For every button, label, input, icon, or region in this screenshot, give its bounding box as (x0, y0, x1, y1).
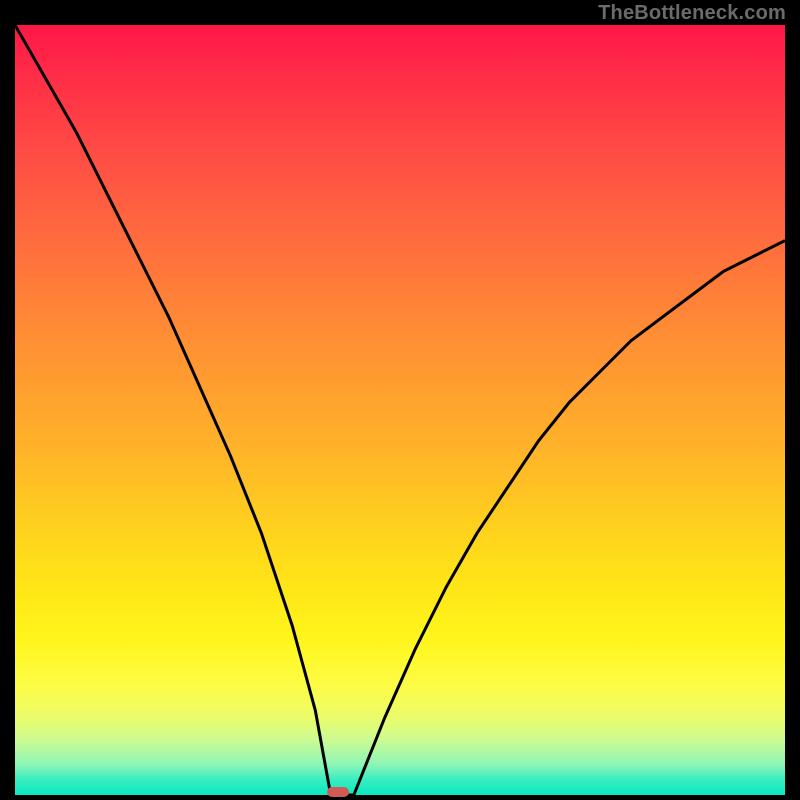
watermark-text: TheBottleneck.com (598, 2, 786, 25)
curve-path (15, 25, 785, 795)
plot-frame (15, 25, 785, 795)
optimal-marker (327, 787, 349, 797)
bottleneck-curve (15, 25, 785, 795)
